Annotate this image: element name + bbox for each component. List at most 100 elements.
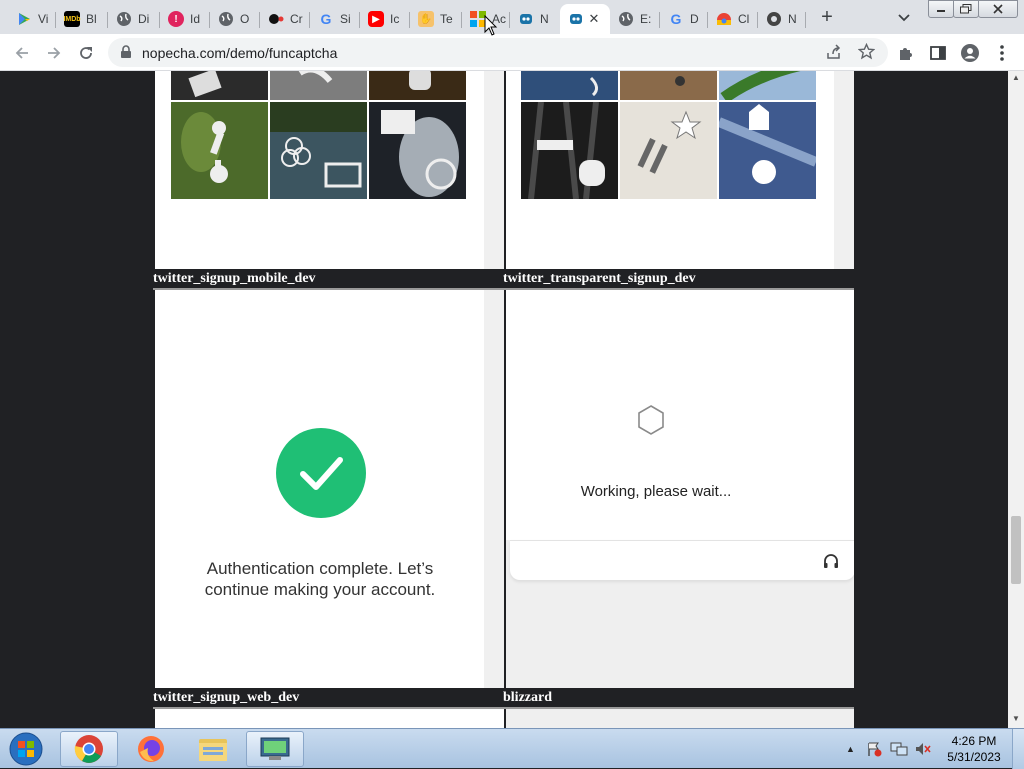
back-button[interactable] (8, 39, 36, 67)
close-window-button[interactable] (978, 0, 1018, 18)
tab-title: Bl (86, 12, 97, 26)
network-icon[interactable] (890, 741, 908, 762)
tab-4[interactable]: ! Id (160, 4, 210, 34)
globe-icon (116, 11, 132, 27)
demo-label: twitter_transparent_signup_dev (503, 269, 854, 288)
tab-3[interactable]: Di (108, 4, 160, 34)
captcha-image-tile[interactable] (719, 71, 816, 100)
profile-avatar-icon[interactable] (956, 39, 984, 67)
menu-kebab-icon[interactable] (988, 39, 1016, 67)
captcha-image-tile[interactable] (521, 71, 618, 100)
success-check-icon (276, 428, 366, 518)
captcha-image-tile[interactable] (620, 71, 717, 100)
audio-headphones-icon[interactable] (822, 552, 840, 575)
forward-button[interactable] (40, 39, 68, 67)
twitter-web-captcha-panel: Authentication complete. Let’s continue … (155, 290, 484, 688)
tab-title: O (240, 12, 250, 26)
tab-7[interactable]: G Si (310, 4, 360, 34)
captcha-image-tile[interactable] (719, 102, 816, 199)
taskbar-file-explorer[interactable] (184, 731, 242, 767)
youtube-icon: ▶ (368, 11, 384, 27)
minimize-button[interactable] (928, 0, 954, 18)
tab-title: E: (640, 12, 652, 26)
play-store-icon (16, 11, 32, 27)
taskbar-network-app[interactable] (246, 731, 304, 767)
tab-8[interactable]: ▶ Ic (360, 4, 410, 34)
show-hidden-icons-arrow-icon[interactable]: ▲ (846, 744, 855, 754)
red-circle-icon: ! (168, 11, 184, 27)
captcha-image-tile[interactable] (171, 102, 268, 199)
tab-search-chevron-icon[interactable] (893, 8, 915, 28)
tab-title: D (690, 12, 699, 26)
globe-icon (218, 11, 234, 27)
restore-button[interactable] (953, 0, 979, 18)
page-content: twitter_signup_mobile_dev twitter_transp… (0, 71, 1008, 728)
tab-2[interactable]: IMDb Bl (56, 4, 108, 34)
demo-label: twitter_signup_mobile_dev (153, 269, 504, 288)
captcha-image-tile[interactable] (171, 71, 268, 100)
taskbar-firefox[interactable] (122, 731, 180, 767)
mouse-cursor-icon (484, 14, 498, 42)
authentication-message: Authentication complete. Let’s continue … (204, 559, 436, 599)
globe-icon (618, 11, 634, 27)
tab-13[interactable]: E: (610, 4, 660, 34)
volume-muted-icon[interactable] (914, 741, 932, 762)
captcha-image-tile[interactable] (270, 71, 367, 100)
url-text[interactable]: nopecha.com/demo/funcaptcha (142, 45, 337, 61)
captcha-panel-top-right (506, 71, 854, 269)
clock-time: 4:26 PM (951, 734, 997, 748)
tab-14[interactable]: G D (660, 4, 708, 34)
captcha-image-tile[interactable] (270, 102, 367, 199)
tab-15[interactable]: Cl (708, 4, 758, 34)
dots-icon (268, 11, 284, 27)
new-tab-button[interactable]: + (814, 6, 840, 30)
robot-icon (518, 11, 534, 27)
captcha-image-tile[interactable] (521, 102, 618, 199)
next-panel-right (506, 709, 854, 728)
captcha-image-tile[interactable] (369, 71, 466, 100)
tab-title: Vi (38, 12, 49, 26)
chrome-web-store-icon (716, 11, 732, 27)
tab-9[interactable]: ✋ Te (410, 4, 462, 34)
share-icon[interactable] (826, 44, 842, 65)
tab-5[interactable]: O (210, 4, 260, 34)
captcha-footer (510, 540, 854, 580)
tab-1[interactable]: Vi (8, 4, 56, 34)
extensions-icon[interactable] (892, 39, 920, 67)
scrollbar-thumb[interactable] (1011, 516, 1021, 584)
page-scrollbar[interactable]: ▲ ▼ (1008, 71, 1024, 728)
close-tab-icon[interactable]: ✕ (586, 11, 602, 27)
reload-button[interactable] (72, 39, 100, 67)
side-panel-icon[interactable] (924, 39, 952, 67)
captcha-panel-top-left (155, 71, 484, 269)
working-message: Working, please wait... (580, 483, 732, 500)
tab-title: Si (340, 12, 351, 26)
tab-6[interactable]: Cr (260, 4, 310, 34)
tab-title: Id (190, 12, 201, 26)
tab-11[interactable]: N (510, 4, 560, 34)
tab-12-active[interactable]: ✕ (560, 4, 610, 34)
tab-strip: Vi IMDb Bl Di ! Id O Cr G Si ▶ Ic ✋ Te A… (0, 0, 1024, 34)
scroll-down-arrow-icon[interactable]: ▼ (1012, 714, 1020, 723)
captcha-image-tile[interactable] (369, 102, 466, 199)
clock-date: 5/31/2023 (947, 750, 1001, 764)
scroll-up-arrow-icon[interactable]: ▲ (1012, 73, 1020, 82)
tab-title: Cr (290, 12, 303, 26)
address-bar[interactable]: nopecha.com/demo/funcaptcha (108, 38, 888, 67)
action-center-flag-icon[interactable] (866, 741, 882, 762)
lock-icon[interactable] (120, 45, 132, 64)
show-desktop-button[interactable] (1012, 729, 1024, 769)
tab-title: Cl (738, 12, 750, 26)
system-clock[interactable]: 4:26 PM 5/31/2023 (940, 733, 1008, 765)
bookmark-star-icon[interactable] (857, 42, 876, 65)
hand-icon: ✋ (418, 11, 434, 27)
column-divider (504, 709, 506, 728)
google-icon: G (320, 11, 332, 27)
captcha-image-tile[interactable] (620, 102, 717, 199)
tab-16[interactable]: N (758, 4, 806, 34)
start-button[interactable] (6, 731, 46, 767)
windows-taskbar: ▲ 4:26 PM 5/31/2023 (0, 728, 1024, 769)
blizzard-captcha-panel: Working, please wait... (506, 290, 854, 688)
taskbar-chrome[interactable] (60, 731, 118, 767)
tab-title: N (788, 12, 797, 26)
